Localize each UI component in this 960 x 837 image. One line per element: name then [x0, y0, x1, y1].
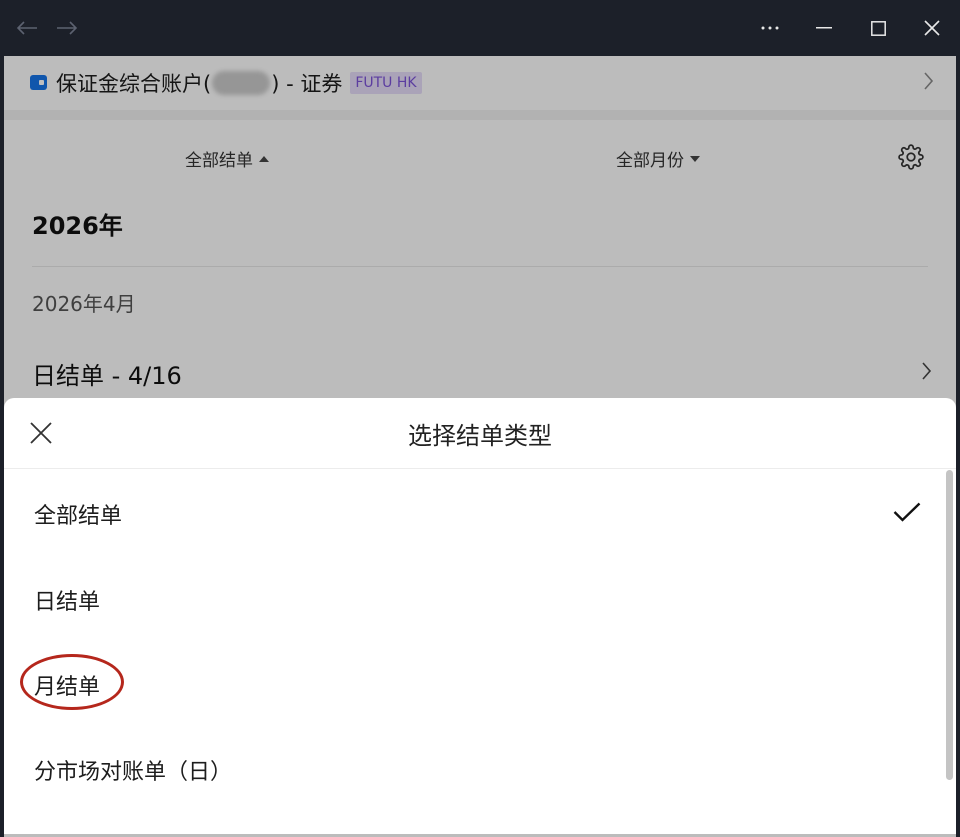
close-icon [924, 20, 940, 36]
check-icon [893, 502, 921, 522]
close-window-button[interactable] [912, 0, 952, 56]
maximize-button[interactable] [858, 0, 898, 56]
option-label: 全部结单 [34, 504, 123, 529]
highlight-annotation [20, 654, 124, 710]
sheet-divider [4, 468, 956, 469]
window-titlebar [0, 0, 960, 56]
option-market-daily-statement[interactable]: 分市场对账单（日） [4, 730, 942, 806]
option-label: 日结单 [34, 590, 101, 615]
arrow-right-icon [57, 21, 78, 35]
statement-type-sheet: 选择结单类型 全部结单 日结单 月结单 分市场对账单（日） [4, 398, 956, 834]
maximize-icon [870, 20, 886, 36]
minimize-icon [816, 27, 832, 29]
option-monthly-statement[interactable]: 月结单 [4, 645, 942, 721]
more-button[interactable] [750, 0, 790, 56]
back-button[interactable] [10, 0, 44, 56]
minimize-button[interactable] [804, 0, 844, 56]
arrow-left-icon [16, 21, 37, 35]
option-daily-statement[interactable]: 日结单 [4, 560, 942, 636]
forward-button[interactable] [50, 0, 84, 56]
option-all-statements[interactable]: 全部结单 [4, 474, 942, 550]
scrollbar[interactable] [946, 470, 953, 780]
option-label: 分市场对账单（日） [34, 760, 233, 785]
more-icon [761, 26, 779, 30]
sheet-title: 选择结单类型 [408, 422, 552, 450]
